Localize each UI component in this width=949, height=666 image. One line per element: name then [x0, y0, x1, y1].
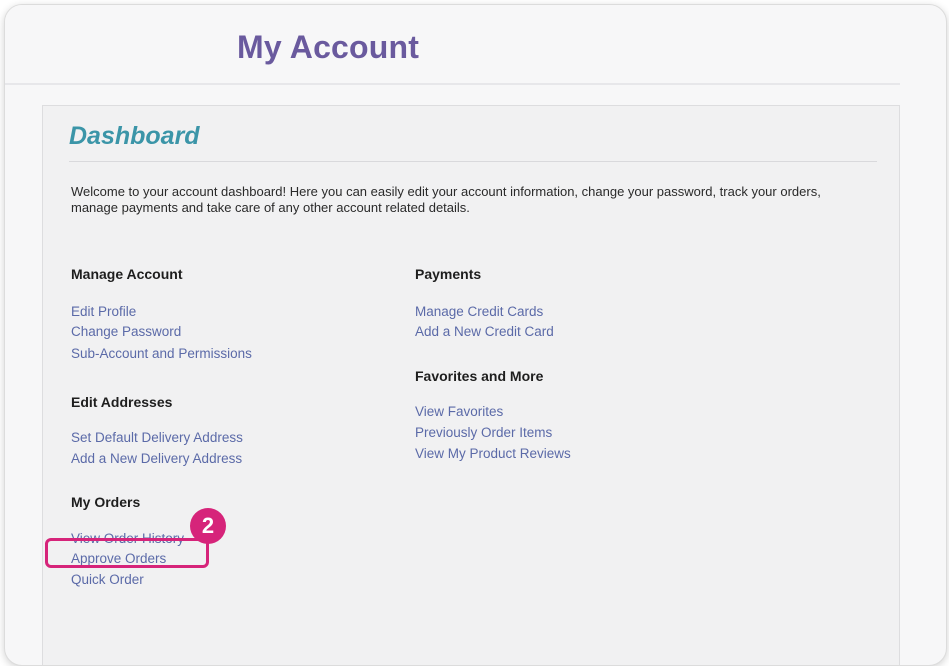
set-default-delivery-address-link[interactable]: Set Default Delivery Address	[71, 430, 243, 445]
manage-account-heading: Manage Account	[71, 266, 183, 282]
add-credit-card-link[interactable]: Add a New Credit Card	[415, 324, 554, 339]
change-password-link[interactable]: Change Password	[71, 324, 181, 339]
edit-profile-link[interactable]: Edit Profile	[71, 304, 136, 319]
favorites-heading: Favorites and More	[415, 368, 544, 384]
dashboard-divider	[69, 161, 877, 162]
dashboard-panel: Dashboard Welcome to your account dashbo…	[42, 105, 900, 665]
step-number-badge: 2	[190, 508, 226, 544]
page-title: My Account	[237, 29, 420, 65]
my-orders-heading: My Orders	[71, 494, 141, 510]
approve-orders-highlight	[45, 538, 209, 568]
payments-heading: Payments	[415, 266, 482, 282]
previously-ordered-items-link[interactable]: Previously Order Items	[415, 425, 552, 440]
add-delivery-address-link[interactable]: Add a New Delivery Address	[71, 451, 242, 466]
dashboard-title: Dashboard	[69, 122, 200, 150]
view-product-reviews-link[interactable]: View My Product Reviews	[415, 446, 571, 461]
edit-addresses-heading: Edit Addresses	[71, 394, 173, 410]
quick-order-link[interactable]: Quick Order	[71, 572, 144, 587]
manage-credit-cards-link[interactable]: Manage Credit Cards	[415, 304, 543, 319]
sub-account-permissions-link[interactable]: Sub-Account and Permissions	[71, 346, 252, 361]
view-favorites-link[interactable]: View Favorites	[415, 404, 503, 419]
page-header: My Account	[5, 5, 900, 85]
welcome-text: Welcome to your account dashboard! Here …	[71, 184, 821, 215]
